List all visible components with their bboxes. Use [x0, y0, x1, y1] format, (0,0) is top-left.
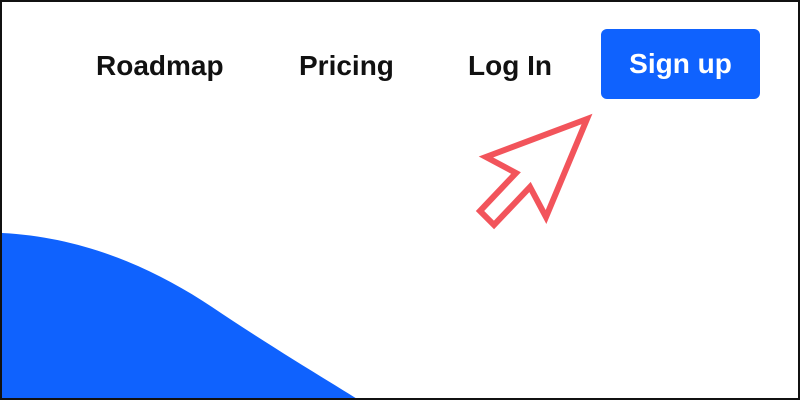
blue-wave-decoration: [2, 233, 356, 398]
cursor-outline: [475, 113, 593, 230]
top-navigation: Roadmap Pricing Log In Sign up: [2, 2, 798, 132]
nav-link-pricing[interactable]: Pricing: [299, 44, 394, 88]
wave-shape: [2, 233, 356, 398]
page-frame: Roadmap Pricing Log In Sign up: [0, 0, 800, 400]
nav-link-login[interactable]: Log In: [468, 44, 552, 88]
arrow-cursor-icon: [475, 113, 593, 230]
nav-link-roadmap[interactable]: Roadmap: [96, 44, 224, 88]
signup-button[interactable]: Sign up: [601, 29, 760, 99]
